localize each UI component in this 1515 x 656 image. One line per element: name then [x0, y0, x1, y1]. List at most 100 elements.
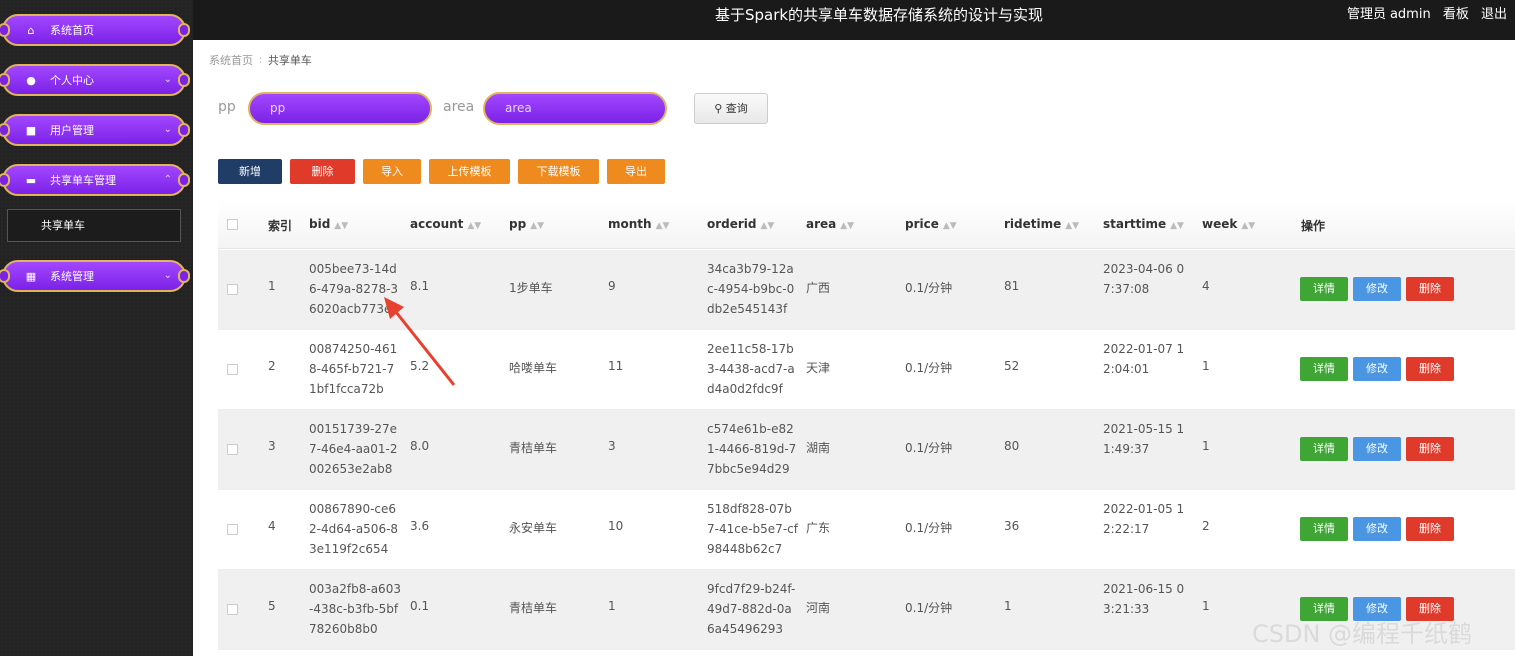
column-header-bid[interactable]: bid ▲▼ [309, 217, 348, 231]
breadcrumb: 系统首页 ∶ 共享单车 [209, 54, 312, 67]
cell-orderid: 9fcd7f29-b24f-49d7-882d-0a6a45496293 [707, 582, 796, 636]
row-checkbox[interactable] [227, 364, 238, 375]
cell-bid: 00151739-27e7-46e4-aa01-2002653e2ab8 [309, 422, 398, 476]
export-button[interactable]: 导出 [607, 159, 665, 184]
column-header-account[interactable]: account ▲▼ [410, 217, 481, 231]
upload-template-button[interactable]: 上传模板 [429, 159, 510, 184]
edit-button[interactable]: 修改 [1353, 277, 1401, 301]
cell-pp: 青桔单车 [509, 601, 558, 615]
row-delete-button[interactable]: 删除 [1406, 277, 1454, 301]
sidebar-item-label: 个人中心 [50, 74, 94, 87]
row-delete-button[interactable]: 删除 [1406, 517, 1454, 541]
breadcrumb-home[interactable]: 系统首页 [209, 54, 253, 67]
cell-month: 11 [608, 359, 624, 373]
area-search-input[interactable]: area [483, 92, 667, 125]
cell-month: 10 [608, 519, 624, 533]
users-icon: ■ [25, 124, 37, 137]
cell-ridetime: 52 [1004, 359, 1020, 373]
sort-icon: ▲▼ [1065, 221, 1080, 231]
cell-price: 0.1/分钟 [905, 601, 953, 615]
cell-price: 0.1/分钟 [905, 521, 953, 535]
grid-icon: ▦ [25, 270, 37, 283]
sidebar-item-home[interactable]: ⌂ 系统首页 [0, 14, 190, 46]
row-checkbox[interactable] [227, 444, 238, 455]
sidebar-item-profile[interactable]: ● 个人中心 ⌄ [0, 64, 190, 96]
column-header-pp[interactable]: pp ▲▼ [509, 217, 544, 231]
cell-starttime: 2021-05-15 11:49:37 [1103, 422, 1185, 456]
cell-pp: 青桔单车 [509, 441, 558, 455]
cell-month: 3 [608, 439, 616, 453]
cell-index: 5 [268, 599, 276, 613]
detail-button[interactable]: 详情 [1300, 437, 1348, 461]
delete-button[interactable]: 删除 [290, 159, 355, 184]
cell-week: 4 [1202, 279, 1210, 293]
column-header-area[interactable]: area ▲▼ [806, 217, 854, 231]
column-header-starttime[interactable]: starttime ▲▼ [1103, 217, 1184, 231]
cell-week: 1 [1202, 599, 1210, 613]
sidebar: ⌂ 系统首页 ● 个人中心 ⌄ ■ 用户管理 ⌄ ▬ 共享单车管理 ⌃ 共享单车… [0, 0, 193, 656]
edit-button[interactable]: 修改 [1353, 437, 1401, 461]
column-header-ridetime[interactable]: ridetime ▲▼ [1004, 217, 1079, 231]
pp-search-input[interactable]: pp [248, 92, 432, 125]
select-all-checkbox[interactable] [227, 219, 238, 230]
logout-link[interactable]: 退出 [1481, 7, 1507, 22]
area-label: area [443, 99, 475, 115]
cell-price: 0.1/分钟 [905, 441, 953, 455]
column-header-actions: 操作 [1301, 219, 1326, 233]
dashboard-link[interactable]: 看板 [1443, 7, 1469, 22]
sidebar-item-users[interactable]: ■ 用户管理 ⌄ [0, 114, 190, 146]
detail-button[interactable]: 详情 [1300, 277, 1348, 301]
cell-pp: 1步单车 [509, 281, 553, 295]
query-button-label: 查询 [725, 102, 748, 115]
column-header-week[interactable]: week ▲▼ [1202, 217, 1255, 231]
cell-bid: 00867890-ce62-4d64-a506-83e119f2c654 [309, 502, 399, 556]
row-delete-button[interactable]: 删除 [1406, 357, 1454, 381]
cell-pp: 永安单车 [509, 521, 558, 535]
edit-button[interactable]: 修改 [1353, 517, 1401, 541]
cell-orderid: 2ee11c58-17b3-4438-acd7-ad4a0d2fdc9f [707, 342, 795, 396]
download-template-button[interactable]: 下载模板 [518, 159, 599, 184]
cell-ridetime: 80 [1004, 439, 1020, 453]
sidebar-item-label: 用户管理 [50, 124, 94, 137]
sort-icon: ▲▼ [760, 221, 775, 231]
cell-index: 4 [268, 519, 276, 533]
column-header: 索引 [268, 219, 293, 233]
cell-area: 天津 [806, 361, 831, 375]
detail-button[interactable]: 详情 [1300, 517, 1348, 541]
column-header-price[interactable]: price ▲▼ [905, 217, 957, 231]
cell-starttime: 2022-01-05 12:22:17 [1103, 502, 1185, 536]
sidebar-item-bike-management[interactable]: ▬ 共享单车管理 ⌃ [0, 164, 190, 196]
row-checkbox[interactable] [227, 604, 238, 615]
column-header-month[interactable]: month ▲▼ [608, 217, 669, 231]
add-button[interactable]: 新增 [218, 159, 282, 184]
edit-button[interactable]: 修改 [1353, 357, 1401, 381]
system-title: 基于Spark的共享单车数据存储系统的设计与实现 [714, 6, 1044, 24]
cell-area: 广东 [806, 521, 831, 535]
sidebar-item-system[interactable]: ▦ 系统管理 ⌄ [0, 260, 190, 292]
bike-icon: ▬ [25, 174, 37, 187]
import-button[interactable]: 导入 [363, 159, 421, 184]
column-header-orderid[interactable]: orderid ▲▼ [707, 217, 774, 231]
sort-icon: ▲▼ [840, 221, 855, 231]
cell-starttime: 2021-06-15 03:21:33 [1103, 582, 1185, 616]
row-checkbox[interactable] [227, 524, 238, 535]
user-role: 管理员 [1346, 7, 1386, 22]
submenu-item-shared-bike[interactable]: 共享单车 [7, 209, 181, 242]
watermark: CSDN @编程千纸鹤 [1252, 620, 1473, 648]
row-delete-button[interactable]: 删除 [1406, 437, 1454, 461]
cell-month: 9 [608, 279, 616, 293]
cell-index: 2 [268, 359, 276, 373]
top-header: 基于Spark的共享单车数据存储系统的设计与实现 管理员 admin 看板 退出 [0, 0, 1515, 40]
sidebar-item-label: 系统管理 [50, 270, 94, 283]
cell-index: 3 [268, 439, 276, 453]
cell-area: 广西 [806, 281, 831, 295]
chevron-up-icon: ⌃ [163, 174, 172, 185]
cell-week: 1 [1202, 359, 1210, 373]
chevron-down-icon: ⌄ [163, 270, 172, 281]
username: admin [1389, 7, 1431, 22]
cell-account: 3.6 [410, 519, 430, 533]
detail-button[interactable]: 详情 [1300, 357, 1348, 381]
row-checkbox[interactable] [227, 284, 238, 295]
query-button[interactable]: ⚲ 查询 [694, 93, 768, 124]
cell-starttime: 2023-04-06 07:37:08 [1103, 262, 1185, 296]
